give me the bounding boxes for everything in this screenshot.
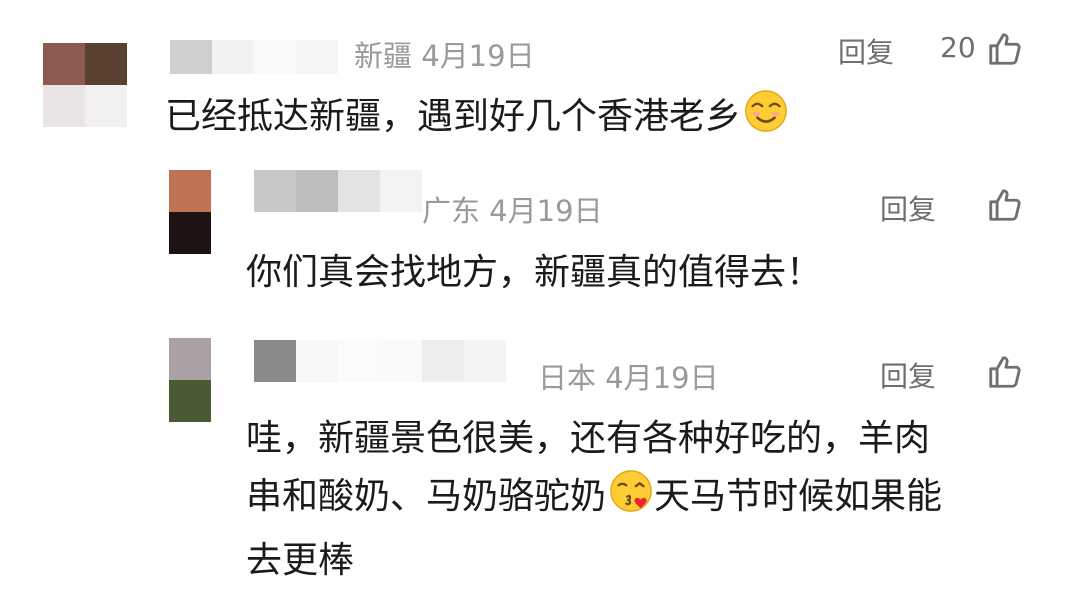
avatar[interactable]	[169, 170, 211, 254]
comment-line-1: 哇，新疆景色很美，还有各种好吃的，羊肉	[246, 418, 931, 459]
date: 4月19日	[489, 194, 603, 228]
avatar[interactable]	[43, 43, 127, 127]
location: 广东	[422, 194, 481, 228]
username-obscured[interactable]	[170, 40, 350, 74]
location-date: 广东 4月19日	[422, 188, 603, 230]
kissing-face-heart-icon	[608, 468, 654, 532]
location: 日本	[538, 361, 597, 395]
comment-text: 已经抵达新疆，遇到好几个香港老乡	[165, 88, 1045, 152]
thumbs-up-icon[interactable]	[986, 30, 1024, 72]
comment-text: 你们真会找地方，新疆真的值得去！	[246, 252, 823, 293]
date: 4月19日	[605, 361, 719, 395]
reply-button[interactable]: 回复	[880, 355, 936, 395]
avatar[interactable]	[169, 338, 211, 422]
thumbs-up-icon[interactable]	[986, 186, 1024, 228]
comment-text: 哇，新疆景色很美，还有各种好吃的，羊肉 串和酸奶、马奶骆驼奶 天马节时候如果能 …	[246, 410, 1046, 590]
smiling-face-icon	[743, 88, 789, 152]
location: 新疆	[354, 39, 413, 73]
like-count: 20	[940, 31, 976, 64]
location-date: 日本 4月19日	[538, 355, 719, 397]
username-obscured[interactable]	[254, 340, 514, 382]
thumbs-up-icon[interactable]	[986, 353, 1024, 395]
reply-button[interactable]: 回复	[838, 31, 894, 71]
date: 4月19日	[421, 39, 535, 73]
location-date: 新疆 4月19日	[354, 33, 535, 75]
comment-line-2: 串和酸奶、马奶骆驼奶 天马节时候如果能	[246, 468, 1046, 532]
username-obscured[interactable]	[254, 170, 424, 212]
reply-button[interactable]: 回复	[880, 188, 936, 228]
comment-line-3: 去更棒	[246, 540, 355, 581]
